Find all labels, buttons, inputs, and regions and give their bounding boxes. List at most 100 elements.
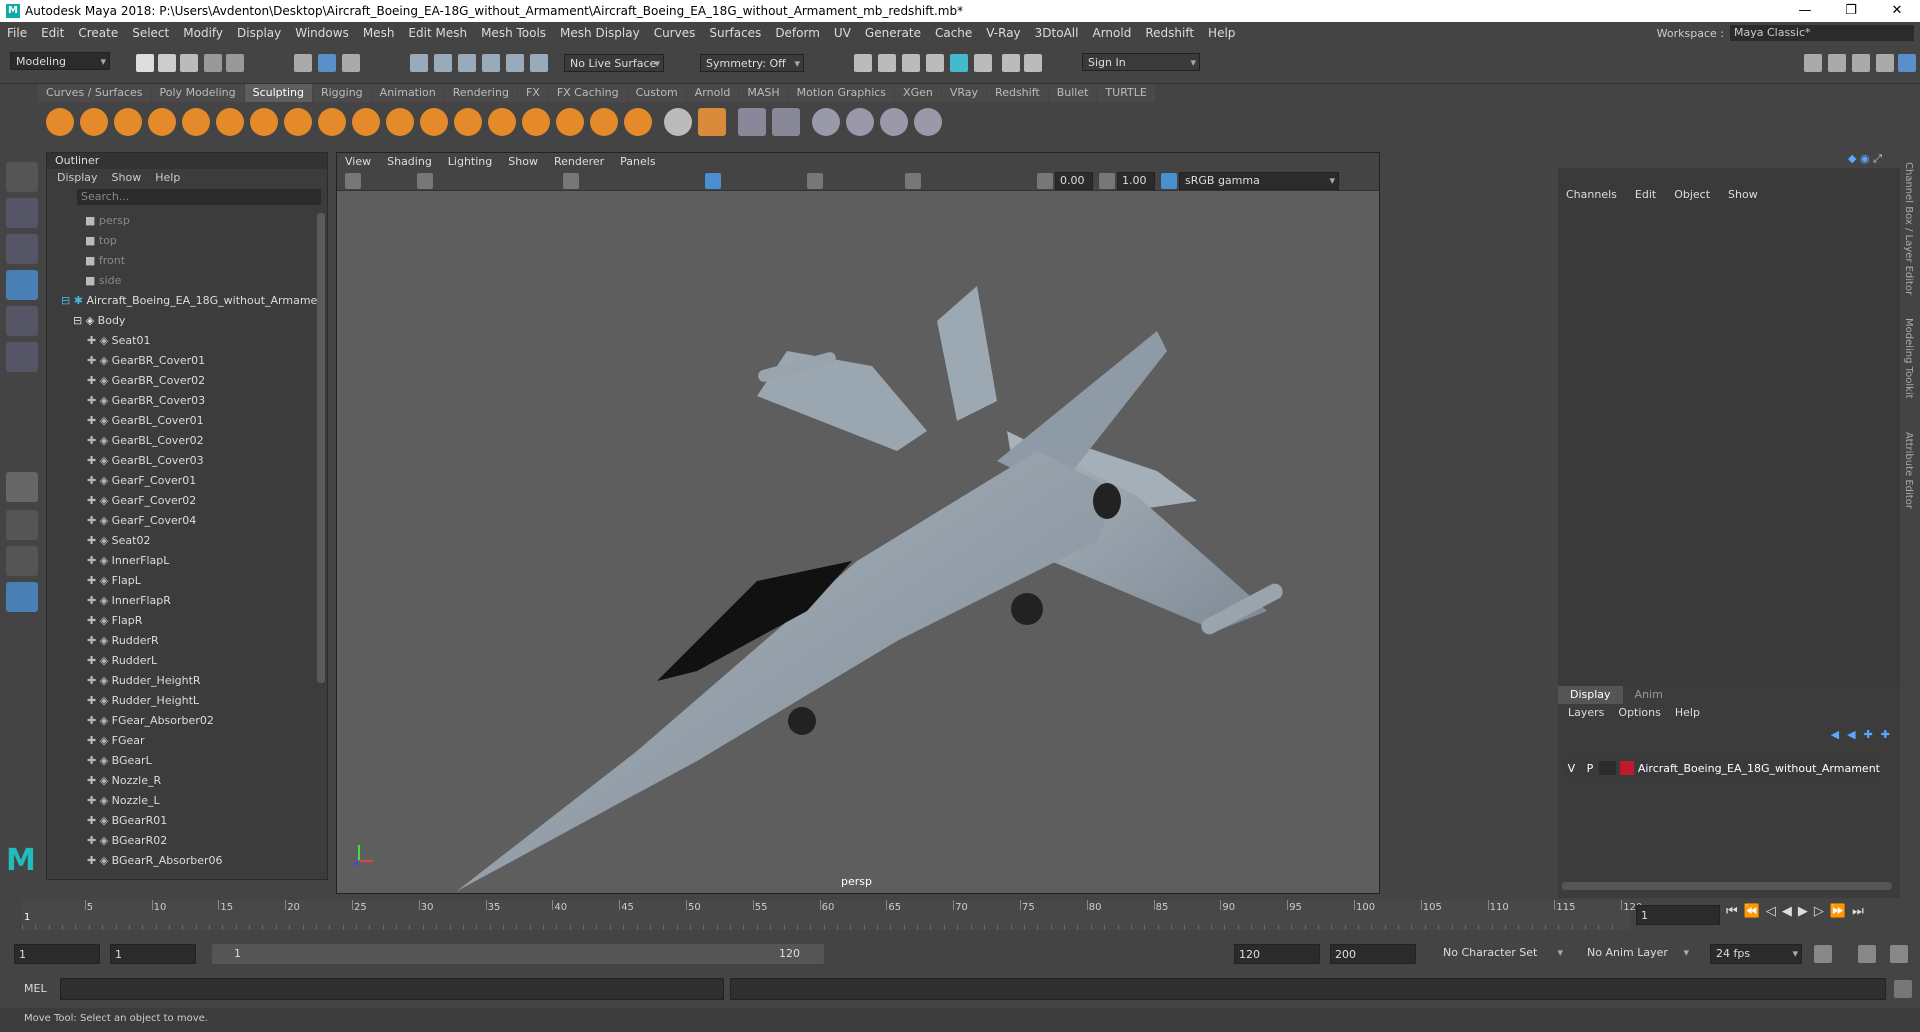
shelf-tab-turtle[interactable]: TURTLE [1097,84,1155,102]
channel-menu-edit[interactable]: Edit [1635,188,1656,201]
eraser-icon[interactable] [914,108,942,136]
preferences-icon[interactable] [1890,945,1908,963]
menu-generate[interactable]: Generate [858,26,928,40]
pause-viewport-icon[interactable] [1024,54,1042,72]
menu-vray[interactable]: V-Ray [979,26,1027,40]
menu-3dtoall[interactable]: 3DtoAll [1028,26,1086,40]
menu-deform[interactable]: Deform [768,26,827,40]
smear-tool-icon[interactable] [522,108,550,136]
minimize-button[interactable]: — [1782,0,1828,22]
menu-set-dropdown[interactable]: Modeling [10,52,110,71]
exposure-field[interactable]: 0.00 [1055,172,1093,190]
layer-name[interactable]: Aircraft_Boeing_EA_18G_without_Armament [1638,762,1880,775]
expand-icon[interactable]: ⤢ [1873,152,1882,165]
outliner-item[interactable]: ✚ ◈ InnerFlapL [47,551,327,571]
outliner-item[interactable]: ✚ ◈ GearBR_Cover03 [47,391,327,411]
step-forward-frame-icon[interactable]: ▷ [1814,904,1824,919]
menu-modify[interactable]: Modify [176,26,230,40]
live-surface-field[interactable]: No Live Surface [564,54,664,73]
loop-icon[interactable] [1814,945,1832,963]
anim-layer-dropdown[interactable]: No Anim Layer [1582,944,1692,964]
playback-end-field[interactable]: 120 [1234,944,1320,964]
snap-surface-icon[interactable] [506,54,524,72]
scrape-tool-icon[interactable] [420,108,448,136]
current-frame-field[interactable]: 1 [1636,905,1720,925]
layer-row[interactable]: V P Aircraft_Boeing_EA_18G_without_Armam… [1562,758,1880,778]
menu-help[interactable]: Help [1201,26,1242,40]
outliner-item[interactable]: ✚ ◈ BGearR_Absorber06 [47,851,327,871]
shelf-tab-motion-graphics[interactable]: Motion Graphics [788,84,895,102]
outliner-item-camera[interactable]: ■ side [47,271,327,291]
outliner-item[interactable]: ✚ ◈ Seat01 [47,331,327,351]
spray-tool-icon[interactable] [284,108,312,136]
layer-scrollbar[interactable] [1562,882,1892,890]
menu-surfaces[interactable]: Surfaces [702,26,768,40]
outliner-item[interactable]: ✚ ◈ Nozzle_R [47,771,327,791]
viewport-menu-shading[interactable]: Shading [379,153,440,171]
shelf-tab-fx[interactable]: FX [517,84,548,102]
rotate-tool-icon[interactable] [6,306,38,336]
viewport-panel[interactable]: View Shading Lighting Show Renderer Pane… [336,152,1380,894]
layer-menu-options[interactable]: Options [1618,704,1660,722]
channel-menu-object[interactable]: Object [1674,188,1710,201]
render-current-icon[interactable] [878,54,896,72]
outliner-item[interactable]: ✚ ◈ Seat02 [47,531,327,551]
select-by-component-icon[interactable] [342,54,360,72]
camera-attributes-icon[interactable] [417,173,433,189]
gamma-icon[interactable] [1099,173,1115,189]
snap-view-icon[interactable] [482,54,500,72]
shelf-tab-vray[interactable]: VRay [941,84,987,102]
outliner-menu-help[interactable]: Help [155,169,180,187]
four-view-layout-icon[interactable] [6,510,38,540]
freeze-tool-icon[interactable] [624,108,652,136]
layer-menu-help[interactable]: Help [1675,704,1700,722]
outliner-item[interactable]: ✚ ◈ RudderL [47,651,327,671]
pinch-tool-icon[interactable] [182,108,210,136]
menu-curves[interactable]: Curves [647,26,703,40]
outliner-item[interactable]: ✚ ◈ FlapR [47,611,327,631]
lasso-tool-icon[interactable] [6,198,38,228]
outliner-item[interactable]: ✚ ◈ BGearL [47,751,327,771]
save-scene-icon[interactable] [180,54,198,72]
go-to-start-icon[interactable]: ⏮ [1726,904,1738,919]
menu-cache[interactable]: Cache [928,26,979,40]
outliner-search-input[interactable]: Search... [77,189,321,205]
light-editor-icon[interactable] [1002,54,1020,72]
shelf-tab-rendering[interactable]: Rendering [444,84,517,102]
outliner-item-root[interactable]: ⊟ ✱ Aircraft_Boeing_EA_18G_without_Armam… [47,291,327,311]
outliner-item[interactable]: ✚ ◈ GearF_Cover02 [47,491,327,511]
knife-tool-icon[interactable] [488,108,516,136]
channel-menu-show[interactable]: Show [1728,188,1758,201]
layer-tab-anim[interactable]: Anim [1623,686,1675,704]
layer-color-swatch[interactable] [1620,761,1634,775]
layer-reference-toggle[interactable] [1599,761,1617,775]
new-layer-icon[interactable]: ✚ [1864,728,1873,741]
amplify-tool-icon[interactable] [590,108,618,136]
shelf-tab-rigging[interactable]: Rigging [312,84,371,102]
wax-tool-icon[interactable] [386,108,414,136]
outliner-item[interactable]: ✚ ◈ FGear [47,731,327,751]
camera-select-icon[interactable] [345,173,361,189]
mel-input[interactable] [60,978,724,1000]
open-scene-icon[interactable] [158,54,176,72]
outliner-menu-display[interactable]: Display [57,169,98,187]
outliner-item[interactable]: ✚ ◈ Nozzle_L [47,791,327,811]
outliner-item[interactable]: ✚ ◈ GearBL_Cover03 [47,451,327,471]
snap-point-icon[interactable] [458,54,476,72]
script-editor-icon[interactable] [1894,980,1912,998]
repeat-tool-icon[interactable] [318,108,346,136]
time-ruler[interactable]: 5 10 15 20 25 30 35 40 45 50 55 60 65 70 75 80 85 90 95 100… [22,900,1642,930]
menu-select[interactable]: Select [125,26,176,40]
outliner-item[interactable]: ✚ ◈ Rudder_HeightL [47,691,327,711]
layer-tab-display[interactable]: Display [1558,686,1623,704]
character-set-dropdown[interactable]: No Character Set [1438,944,1566,964]
side-tab-attribute-editor[interactable]: Attribute Editor [1903,432,1914,509]
attribute-editor-icon[interactable] [1828,54,1846,72]
isolate-select-icon[interactable] [905,173,921,189]
shelf-tab-animation[interactable]: Animation [371,84,444,102]
pin-icon[interactable]: ◆ [1848,152,1856,165]
outliner-item[interactable]: ✚ ◈ GearBR_Cover01 [47,351,327,371]
viewport-menu-lighting[interactable]: Lighting [440,153,500,171]
step-forward-key-icon[interactable]: ⏩ [1830,904,1846,919]
render-setup-icon[interactable] [974,54,992,72]
